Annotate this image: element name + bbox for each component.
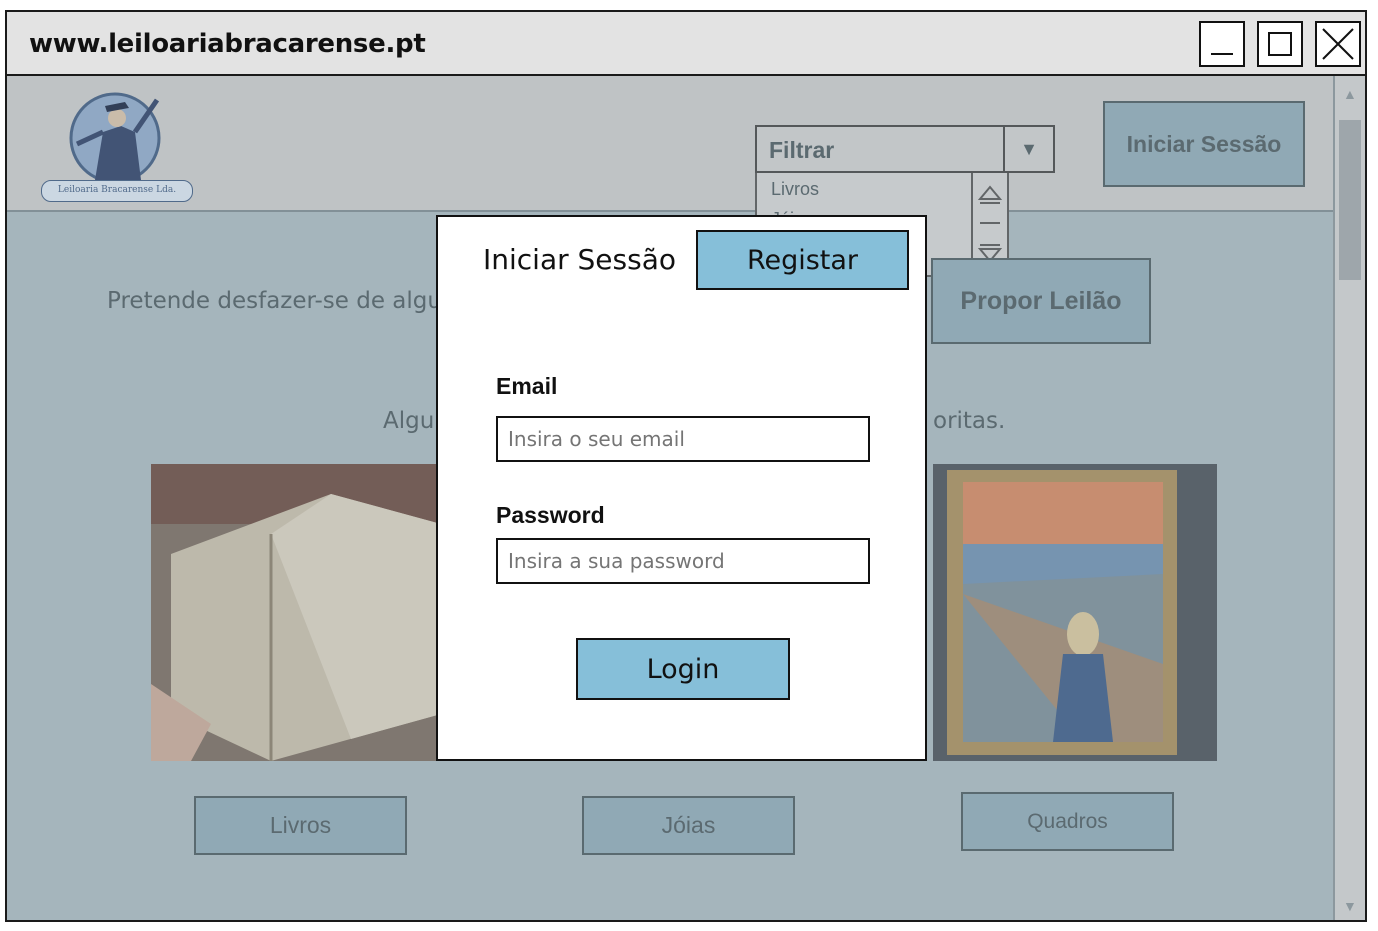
login-button[interactable]: Login xyxy=(576,638,790,700)
logo-caption: Leiloaria Bracarense Lda. xyxy=(41,180,193,202)
close-icon xyxy=(1322,28,1354,60)
filter-label: Filtrar xyxy=(769,137,835,163)
address-url[interactable]: www.leiloariabracarense.pt xyxy=(29,29,426,59)
promo-text: Pretende desfazer-se de algum a xyxy=(107,288,486,314)
propose-auction-button[interactable]: Propor Leilão xyxy=(931,258,1151,344)
category-jewelry-button[interactable]: Jóias xyxy=(582,796,795,855)
paintings-image xyxy=(933,464,1217,761)
category-paintings-button[interactable]: Quadros xyxy=(961,792,1174,851)
email-label: Email xyxy=(496,373,558,399)
scroll-up-icon[interactable]: ▲ xyxy=(1343,86,1357,102)
login-modal: Iniciar Sessão Registar Email Password L… xyxy=(436,215,927,761)
title-bar: www.leiloariabracarense.pt xyxy=(7,12,1365,76)
filter-select[interactable]: Filtrar ▼ xyxy=(755,125,1055,173)
password-label: Password xyxy=(496,502,605,528)
book-photo-icon xyxy=(151,464,451,761)
maximize-button[interactable] xyxy=(1257,21,1303,67)
modal-title[interactable]: Iniciar Sessão xyxy=(483,243,676,276)
close-button[interactable] xyxy=(1315,21,1361,67)
password-field[interactable] xyxy=(496,538,870,584)
page-scrollbar[interactable]: ▲ ▼ xyxy=(1333,76,1365,920)
register-button[interactable]: Registar xyxy=(696,230,909,290)
books-image xyxy=(151,464,451,761)
chevron-down-icon[interactable]: ▼ xyxy=(1003,127,1053,171)
scroll-thumb[interactable] xyxy=(1339,120,1361,280)
login-header-button[interactable]: Iniciar Sessão xyxy=(1103,101,1305,187)
scream-painting-icon xyxy=(933,464,1217,761)
email-field[interactable] xyxy=(496,416,870,462)
category-books-button[interactable]: Livros xyxy=(194,796,407,855)
categories-text-right: oritas. xyxy=(933,408,1006,434)
minimize-button[interactable] xyxy=(1199,21,1245,67)
scroll-down-icon[interactable]: ▼ xyxy=(1343,898,1357,914)
filter-option-livros[interactable]: Livros xyxy=(771,179,819,200)
